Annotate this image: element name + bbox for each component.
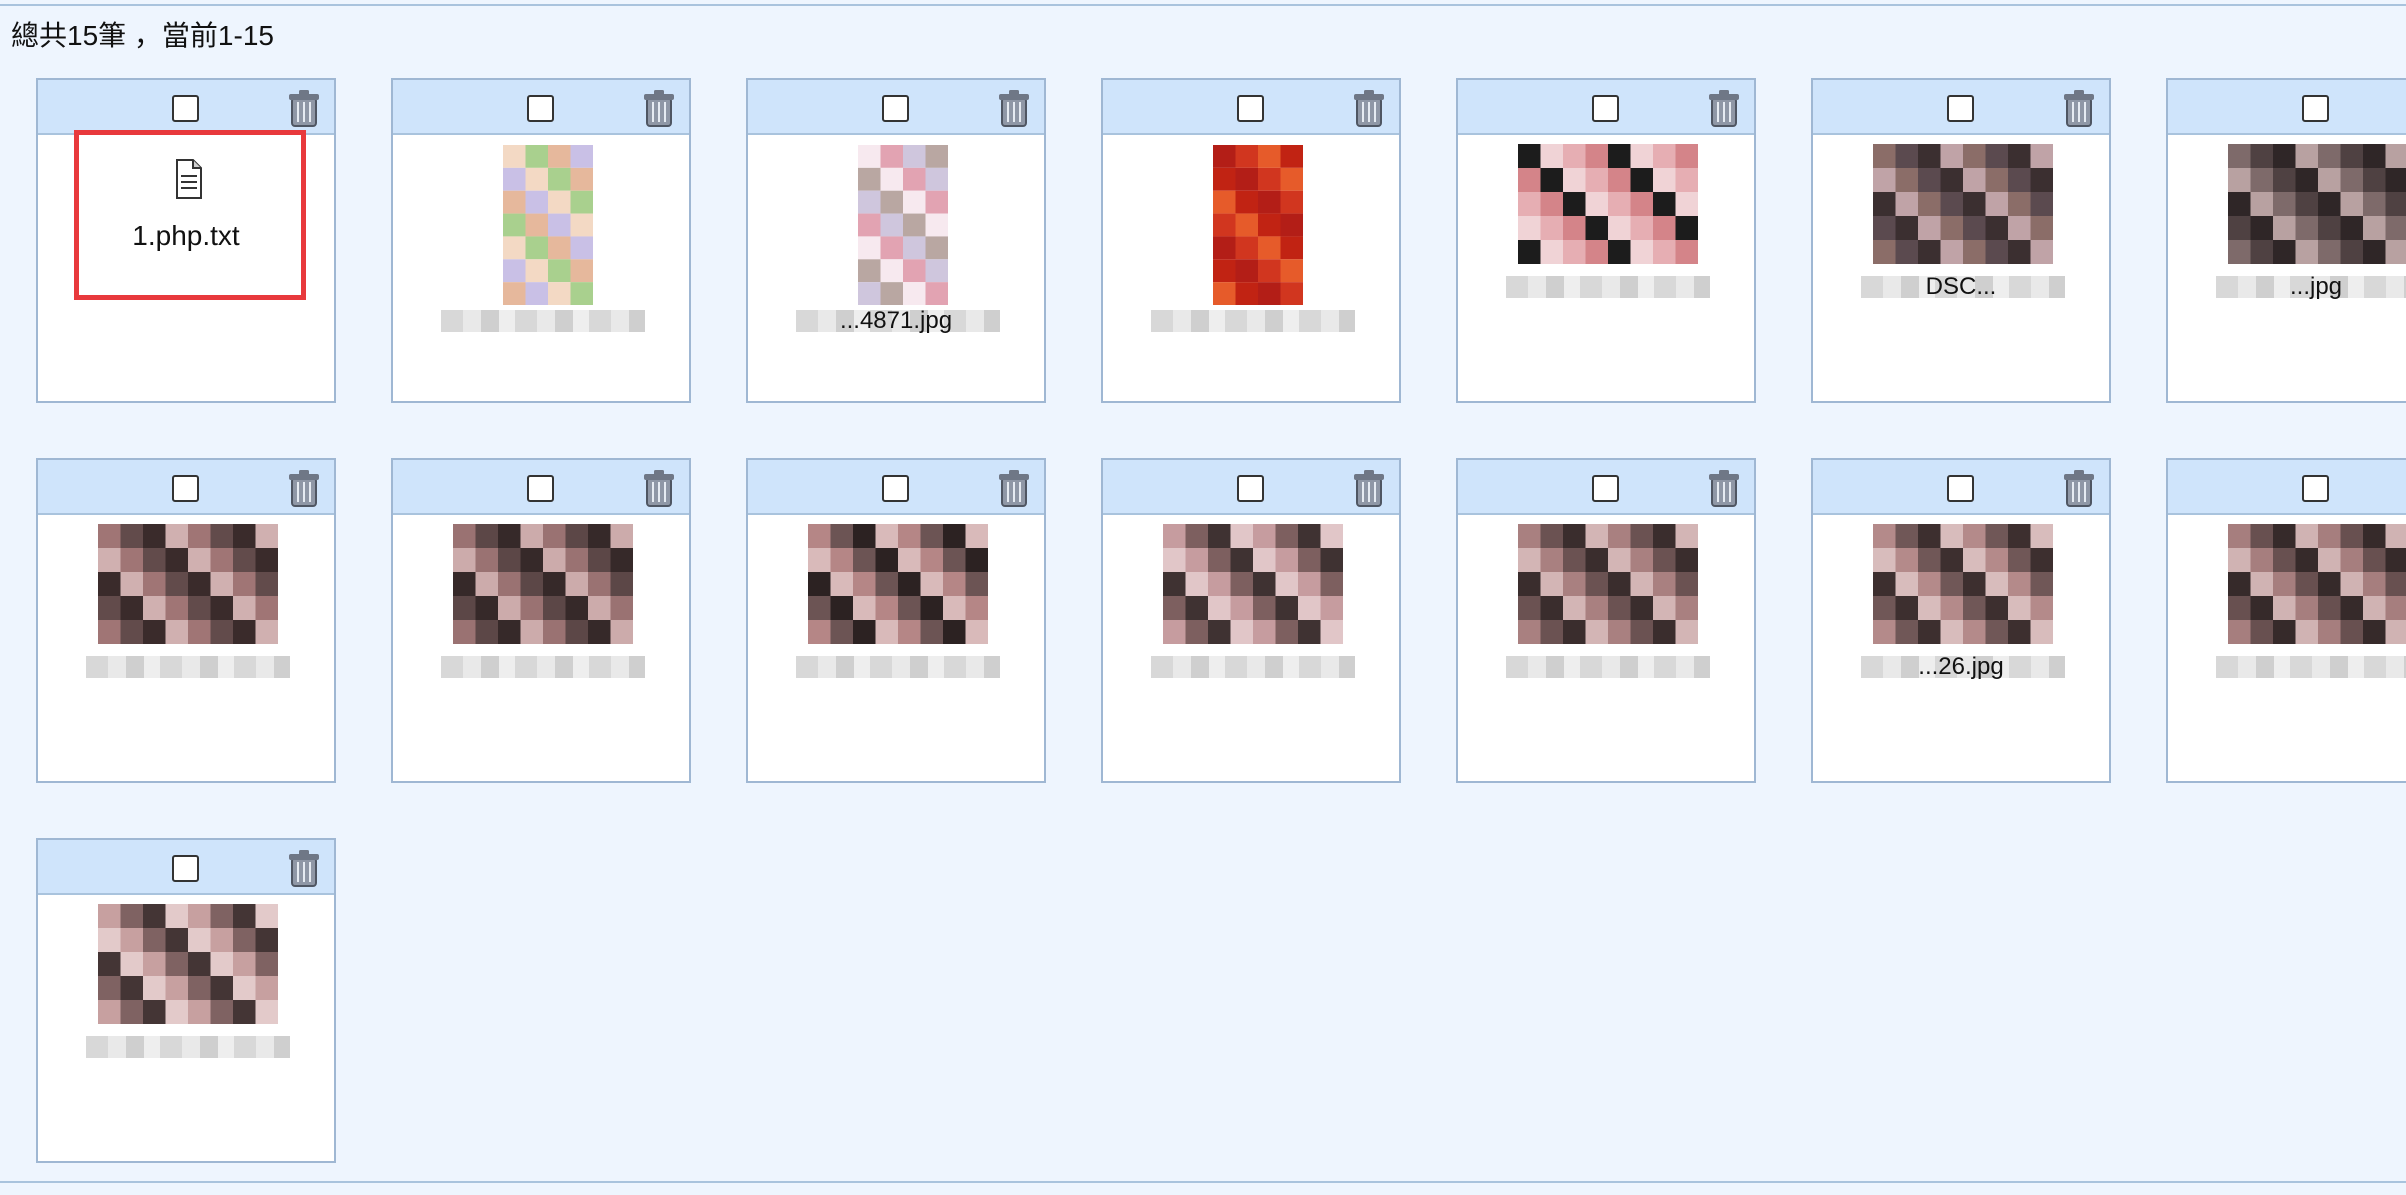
trash-icon[interactable] <box>1351 88 1387 128</box>
obscured-file-name <box>86 656 290 678</box>
obscured-file-name <box>2216 656 2406 678</box>
results-summary: 總共15筆 ，當前1-15 <box>11 20 274 51</box>
image-thumbnail[interactable] <box>2228 144 2406 264</box>
file-tile[interactable] <box>1456 78 1756 403</box>
file-tile-header <box>1458 460 1754 515</box>
image-thumbnail[interactable] <box>2228 524 2406 644</box>
file-tile[interactable]: DSC... <box>1811 78 2111 403</box>
trash-icon[interactable] <box>286 848 322 888</box>
file-tile-header <box>748 80 1044 135</box>
trash-icon[interactable] <box>641 88 677 128</box>
file-select-checkbox[interactable] <box>527 95 554 122</box>
file-select-checkbox[interactable] <box>172 855 199 882</box>
file-tile[interactable]: ...26.jpg <box>1811 458 2111 783</box>
image-thumbnail[interactable] <box>808 524 988 644</box>
file-tile-header <box>1103 460 1399 515</box>
image-thumbnail[interactable] <box>503 145 593 305</box>
file-name: ...jpg <box>2289 273 2343 300</box>
file-tile-header <box>2168 80 2406 135</box>
file-tile[interactable] <box>1456 458 1756 783</box>
file-name: ...4871.jpg <box>839 307 953 334</box>
file-tile-header <box>1813 460 2109 515</box>
trash-icon[interactable] <box>641 468 677 508</box>
trash-icon[interactable] <box>2061 468 2097 508</box>
image-thumbnail[interactable] <box>1518 524 1698 644</box>
file-tile-header <box>38 80 334 135</box>
file-select-checkbox[interactable] <box>2302 95 2329 122</box>
image-thumbnail[interactable] <box>1873 144 2053 264</box>
file-tile[interactable] <box>391 78 691 403</box>
image-thumbnail[interactable] <box>453 524 633 644</box>
file-tile[interactable] <box>36 838 336 1163</box>
selection-highlight <box>74 130 306 300</box>
image-thumbnail[interactable] <box>1518 144 1698 264</box>
trash-icon[interactable] <box>996 88 1032 128</box>
file-tile-header <box>1103 80 1399 135</box>
file-tile[interactable] <box>1101 458 1401 783</box>
obscured-file-name <box>1151 656 1355 678</box>
trash-icon[interactable] <box>996 468 1032 508</box>
obscured-file-name <box>796 656 1000 678</box>
frame-bottom-border <box>0 1181 2406 1183</box>
file-name: DSC... <box>1925 273 1997 300</box>
trash-icon[interactable] <box>1706 468 1742 508</box>
file-tile[interactable] <box>746 458 1046 783</box>
file-select-checkbox[interactable] <box>1237 475 1264 502</box>
file-tile[interactable]: 1.php.txt <box>36 78 336 403</box>
frame-top-border <box>0 4 2406 6</box>
file-tile[interactable] <box>36 458 336 783</box>
file-select-checkbox[interactable] <box>1947 95 1974 122</box>
file-tile[interactable] <box>1101 78 1401 403</box>
image-thumbnail[interactable] <box>1213 145 1303 305</box>
trash-icon[interactable] <box>1351 468 1387 508</box>
file-select-checkbox[interactable] <box>172 475 199 502</box>
file-select-checkbox[interactable] <box>1947 475 1974 502</box>
file-tile-header <box>38 840 334 895</box>
file-tile-header <box>393 460 689 515</box>
file-select-checkbox[interactable] <box>172 95 199 122</box>
file-select-checkbox[interactable] <box>527 475 554 502</box>
file-select-checkbox[interactable] <box>2302 475 2329 502</box>
file-name: ...26.jpg <box>1918 653 2004 680</box>
image-thumbnail[interactable] <box>858 145 948 305</box>
obscured-file-name <box>1151 310 1355 332</box>
image-thumbnail[interactable] <box>1873 524 2053 644</box>
file-tile[interactable] <box>391 458 691 783</box>
image-thumbnail[interactable] <box>98 524 278 644</box>
obscured-file-name <box>1506 656 1710 678</box>
obscured-file-name <box>86 1036 290 1058</box>
file-tile-header <box>393 80 689 135</box>
file-tile-header <box>748 460 1044 515</box>
file-select-checkbox[interactable] <box>1592 95 1619 122</box>
obscured-file-name <box>441 656 645 678</box>
trash-icon[interactable] <box>2061 88 2097 128</box>
file-tile-header <box>1813 80 2109 135</box>
file-tile[interactable]: ...jpg <box>2166 78 2406 403</box>
file-select-checkbox[interactable] <box>882 95 909 122</box>
file-select-checkbox[interactable] <box>1237 95 1264 122</box>
file-select-checkbox[interactable] <box>1592 475 1619 502</box>
file-tile-header <box>1458 80 1754 135</box>
file-tile[interactable] <box>2166 458 2406 783</box>
trash-icon[interactable] <box>286 468 322 508</box>
trash-icon[interactable] <box>1706 88 1742 128</box>
trash-icon[interactable] <box>286 88 322 128</box>
image-thumbnail[interactable] <box>1163 524 1343 644</box>
file-select-checkbox[interactable] <box>882 475 909 502</box>
file-tile-header <box>38 460 334 515</box>
image-thumbnail[interactable] <box>98 904 278 1024</box>
obscured-file-name <box>441 310 645 332</box>
file-tile[interactable]: ...4871.jpg <box>746 78 1046 403</box>
file-tile-header <box>2168 460 2406 515</box>
obscured-file-name <box>1506 276 1710 298</box>
